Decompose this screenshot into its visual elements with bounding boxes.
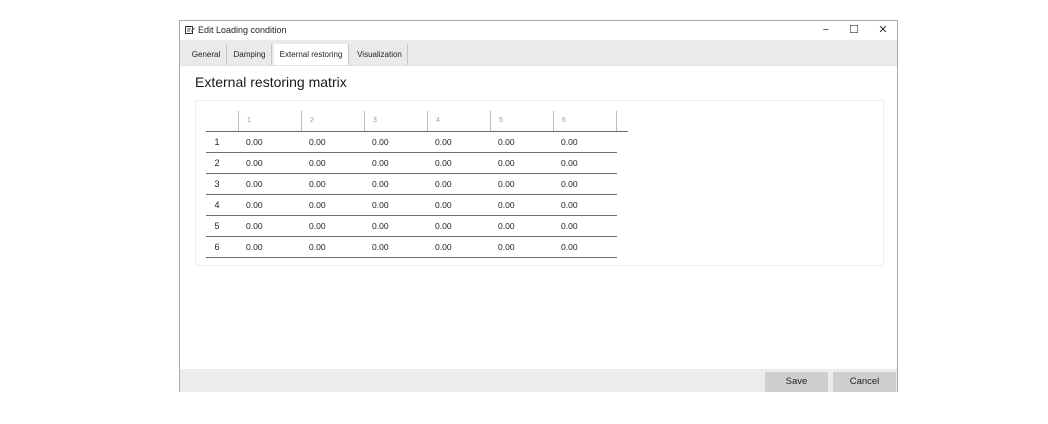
cancel-button[interactable]: Cancel — [833, 372, 896, 392]
matrix-cell[interactable]: 0.00 — [309, 153, 326, 173]
save-button[interactable]: Save — [765, 372, 828, 392]
title-bar: Edit Loading condition − ☐ ✕ — [180, 21, 897, 40]
close-button[interactable]: ✕ — [869, 21, 897, 40]
matrix-cell[interactable]: 0.00 — [246, 237, 263, 257]
tab-bar: General Damping External restoring Visua… — [180, 40, 897, 66]
matrix-cell[interactable]: 0.00 — [246, 174, 263, 194]
row-header: 5 — [214, 221, 220, 231]
action-bar: Save Cancel — [180, 369, 897, 392]
tab-general[interactable]: General — [186, 44, 227, 65]
matrix-cell[interactable]: 0.00 — [435, 153, 452, 173]
matrix-cell[interactable]: 0.00 — [372, 216, 389, 236]
matrix-cell[interactable]: 0.00 — [498, 174, 515, 194]
row-header: 6 — [214, 242, 220, 252]
matrix-cell[interactable]: 0.00 — [498, 237, 515, 257]
column-header[interactable]: 4 — [427, 111, 490, 131]
matrix-cell[interactable]: 0.00 — [498, 216, 515, 236]
table-row: 2 0.00 0.00 0.00 0.00 0.00 0.00 — [206, 153, 617, 174]
table-row: 5 0.00 0.00 0.00 0.00 0.00 0.00 — [206, 216, 617, 237]
matrix-cell[interactable]: 0.00 — [309, 132, 326, 152]
matrix-cell[interactable]: 0.00 — [309, 195, 326, 215]
matrix-cell[interactable]: 0.00 — [498, 132, 515, 152]
matrix-cell[interactable]: 0.00 — [309, 174, 326, 194]
matrix-cell[interactable]: 0.00 — [372, 195, 389, 215]
column-divider — [616, 111, 617, 131]
matrix-cell[interactable]: 0.00 — [498, 195, 515, 215]
matrix-cell[interactable]: 0.00 — [435, 195, 452, 215]
column-header-row: 1 2 3 4 5 6 — [206, 111, 628, 131]
minimize-button[interactable]: − — [812, 21, 840, 40]
matrix-cell[interactable]: 0.00 — [246, 132, 263, 152]
matrix-cell[interactable]: 0.00 — [435, 237, 452, 257]
column-header[interactable]: 2 — [301, 111, 364, 131]
tab-damping[interactable]: Damping — [228, 44, 272, 65]
table-row: 3 0.00 0.00 0.00 0.00 0.00 0.00 — [206, 174, 617, 195]
maximize-button[interactable]: ☐ — [840, 21, 868, 40]
matrix-cell[interactable]: 0.00 — [435, 174, 452, 194]
restoring-matrix-grid: 1 2 3 4 5 6 1 0.00 0.00 0.00 0.00 0.00 0… — [206, 111, 628, 258]
matrix-cell[interactable]: 0.00 — [372, 153, 389, 173]
row-header: 2 — [214, 158, 220, 168]
matrix-cell[interactable]: 0.00 — [309, 237, 326, 257]
matrix-cell[interactable]: 0.00 — [435, 132, 452, 152]
column-header[interactable]: 5 — [490, 111, 553, 131]
matrix-cell[interactable]: 0.00 — [561, 195, 578, 215]
matrix-cell[interactable]: 0.00 — [561, 174, 578, 194]
page-title: External restoring matrix — [195, 74, 347, 90]
edit-loading-condition-window: Edit Loading condition − ☐ ✕ General Dam… — [179, 20, 898, 392]
row-header: 1 — [214, 137, 220, 147]
matrix-cell[interactable]: 0.00 — [372, 174, 389, 194]
matrix-cell[interactable]: 0.00 — [561, 237, 578, 257]
matrix-cell[interactable]: 0.00 — [246, 216, 263, 236]
matrix-cell[interactable]: 0.00 — [246, 153, 263, 173]
matrix-cell[interactable]: 0.00 — [372, 237, 389, 257]
table-row: 4 0.00 0.00 0.00 0.00 0.00 0.00 — [206, 195, 617, 216]
matrix-panel: 1 2 3 4 5 6 1 0.00 0.00 0.00 0.00 0.00 0… — [195, 100, 884, 266]
matrix-cell[interactable]: 0.00 — [309, 216, 326, 236]
matrix-cell[interactable]: 0.00 — [435, 216, 452, 236]
window-title: Edit Loading condition — [198, 25, 287, 35]
matrix-cell[interactable]: 0.00 — [561, 132, 578, 152]
row-header: 3 — [214, 179, 220, 189]
column-header[interactable]: 1 — [238, 111, 301, 131]
column-header[interactable]: 6 — [553, 111, 616, 131]
matrix-cell[interactable]: 0.00 — [372, 132, 389, 152]
table-row: 6 0.00 0.00 0.00 0.00 0.00 0.00 — [206, 237, 617, 258]
matrix-cell[interactable]: 0.00 — [498, 153, 515, 173]
matrix-cell[interactable]: 0.00 — [561, 216, 578, 236]
row-header: 4 — [214, 200, 220, 210]
matrix-cell[interactable]: 0.00 — [561, 153, 578, 173]
tab-visualization[interactable]: Visualization — [352, 44, 408, 65]
edit-icon — [185, 26, 195, 34]
matrix-cell[interactable]: 0.00 — [246, 195, 263, 215]
tab-external-restoring[interactable]: External restoring — [274, 44, 349, 65]
table-row: 1 0.00 0.00 0.00 0.00 0.00 0.00 — [206, 132, 617, 153]
column-header[interactable]: 3 — [364, 111, 427, 131]
